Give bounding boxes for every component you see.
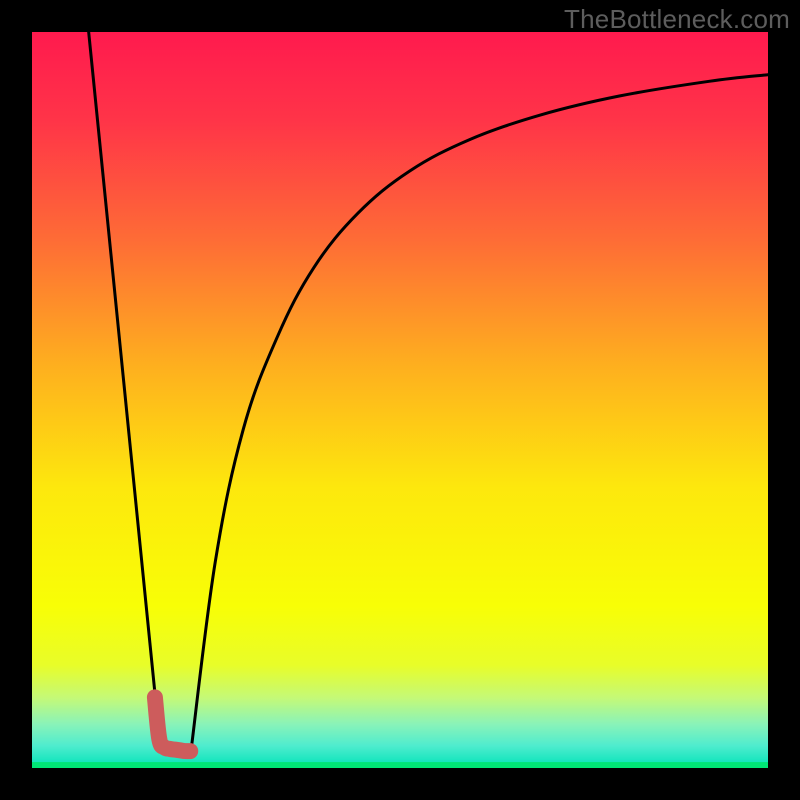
chart-svg	[32, 32, 768, 768]
plot-area	[32, 32, 768, 768]
chart-frame: TheBottleneck.com	[0, 0, 800, 800]
gradient-background	[32, 32, 768, 768]
green-band	[32, 762, 768, 768]
watermark-text: TheBottleneck.com	[564, 4, 790, 35]
